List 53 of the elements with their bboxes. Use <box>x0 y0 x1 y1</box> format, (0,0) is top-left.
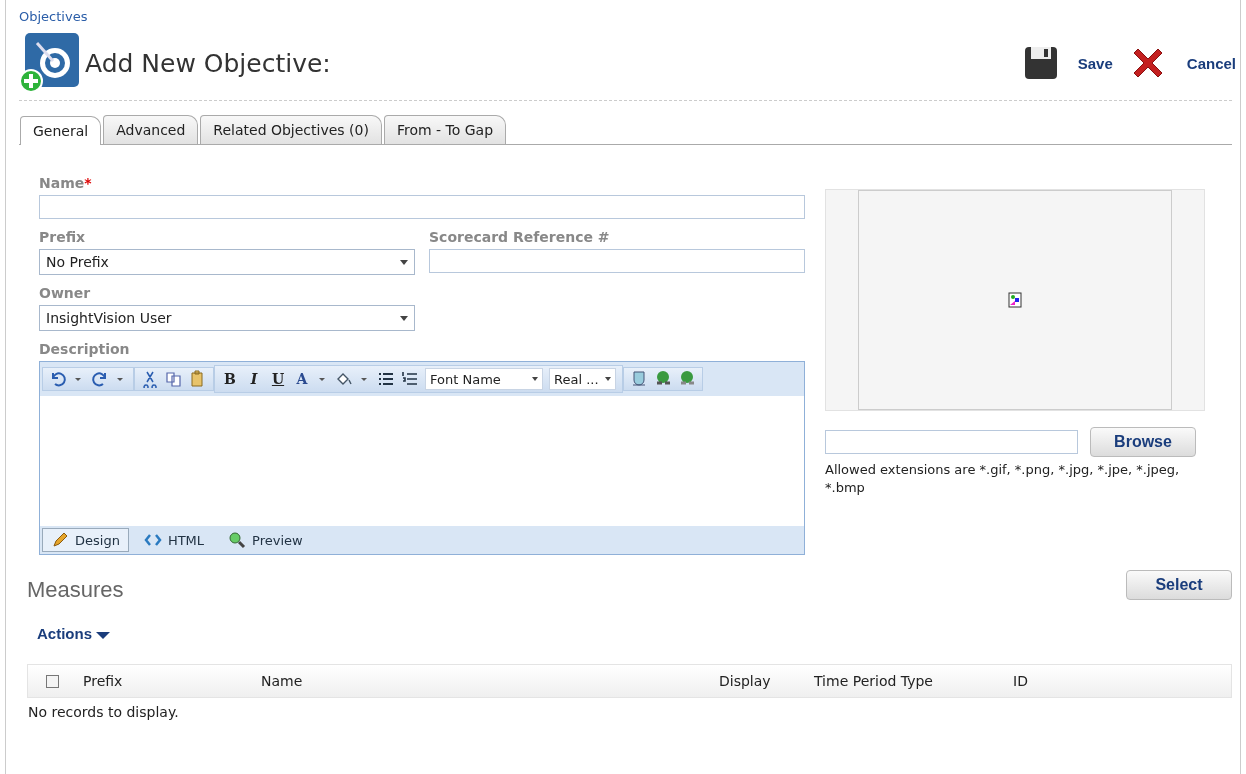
name-field[interactable] <box>39 195 805 219</box>
column-header[interactable]: Name <box>261 673 719 689</box>
allowed-extensions-note: Allowed extensions are *.gif, *.png, *.jpg, *.jpe, *.jpeg, *.bmp <box>825 461 1181 497</box>
select-all-checkbox[interactable] <box>46 674 59 688</box>
magnifier-icon <box>228 531 247 549</box>
redo-icon[interactable] <box>91 370 109 388</box>
undo-icon[interactable] <box>49 370 67 388</box>
column-header[interactable]: Time Period Type <box>814 673 1013 689</box>
field-label: Scorecard Reference # <box>429 229 611 245</box>
owner-dropdown[interactable]: InsightVision User <box>39 305 415 331</box>
copy-icon[interactable] <box>165 370 183 388</box>
html-mode-tab[interactable]: HTML <box>134 528 214 552</box>
bold-button[interactable]: B <box>221 371 239 387</box>
caret-icon[interactable] <box>361 377 367 381</box>
italic-button[interactable]: I <box>245 371 263 387</box>
toolbar-dropdown[interactable]: Real ... <box>549 368 616 390</box>
column-header[interactable]: Display <box>719 673 814 689</box>
browse-button[interactable]: Browse <box>1090 427 1196 457</box>
field-label: Owner <box>39 285 92 301</box>
tab[interactable]: Advanced <box>103 115 199 144</box>
preview-mode-tab[interactable]: Preview <box>219 528 312 552</box>
caret-icon[interactable] <box>117 377 123 381</box>
scorecard-reference-field[interactable] <box>429 249 805 273</box>
empty-message: No records to display. <box>27 703 180 722</box>
caret-icon[interactable] <box>319 377 325 381</box>
tab[interactable]: General <box>20 116 102 145</box>
cancel-link[interactable]: Cancel <box>1186 54 1236 72</box>
target-add-icon <box>19 33 79 93</box>
underline-button[interactable]: U <box>269 371 287 387</box>
field-label: Name* <box>39 175 93 191</box>
column-header[interactable]: Prefix <box>83 673 261 689</box>
breadcrumb-link[interactable]: Objectives <box>19 9 88 24</box>
select-button[interactable]: Select <box>1126 570 1232 600</box>
numbering-icon[interactable] <box>401 370 419 388</box>
caret-icon[interactable] <box>75 377 81 381</box>
cut-icon[interactable] <box>141 370 159 388</box>
toolbar-dropdown[interactable]: Font Name <box>425 368 543 390</box>
design-mode-tab[interactable]: Design <box>42 528 129 552</box>
field-label: Prefix <box>39 229 87 245</box>
page-title: Add New Objective: <box>85 48 332 78</box>
forecolor-button[interactable]: A <box>293 371 311 387</box>
save-link[interactable]: Save <box>1077 54 1113 72</box>
section-title: Measures <box>27 577 124 603</box>
pencil-icon <box>51 531 69 549</box>
file-path-field[interactable] <box>825 430 1078 454</box>
tab[interactable]: From - To Gap <box>383 115 507 144</box>
prefix-dropdown[interactable]: No Prefix <box>39 249 415 275</box>
field-label: Description <box>39 341 131 357</box>
bullets-icon[interactable] <box>377 370 395 388</box>
column-header[interactable]: ID <box>1013 673 1028 689</box>
tab[interactable]: Related Objectives (0) <box>200 115 382 144</box>
actions-menu[interactable]: Actions <box>37 625 111 642</box>
broken-image-icon <box>1008 292 1022 308</box>
